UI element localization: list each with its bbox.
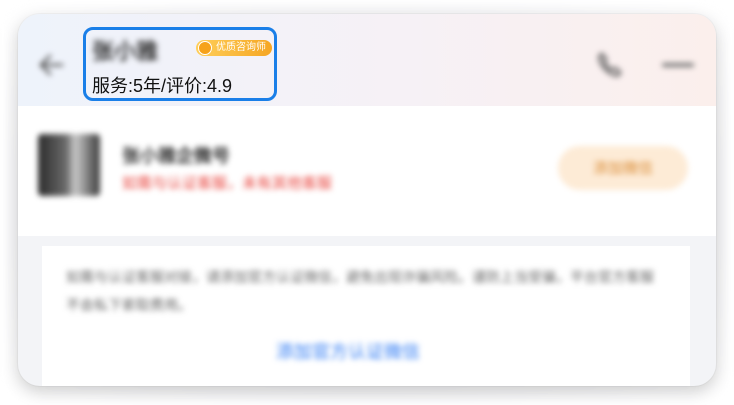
add-wechat-button[interactable]: 添加微信: [558, 146, 688, 190]
contact-card: 张小雅企微号 如需与认证客服，未有其他客服 添加微信: [18, 106, 716, 236]
notice-card: 如需与认证客服对接，请添加官方认证微信，避免出现诈骗风险。谨防上当受骗，平台官方…: [42, 246, 690, 386]
contact-warning: 如需与认证客服，未有其他客服: [122, 174, 333, 192]
notice-text: 如需与认证客服对接，请添加官方认证微信，避免出现诈骗风险。谨防上当受骗，平台官方…: [66, 270, 654, 314]
highlight-box: [83, 27, 277, 101]
avatar: [38, 134, 100, 196]
more-icon[interactable]: [658, 50, 698, 80]
official-wechat-link[interactable]: 添加官方认证微信: [276, 338, 420, 364]
back-arrow-icon[interactable]: [38, 52, 64, 78]
phone-icon[interactable]: [594, 50, 624, 80]
contact-title: 张小雅企微号: [122, 146, 230, 167]
